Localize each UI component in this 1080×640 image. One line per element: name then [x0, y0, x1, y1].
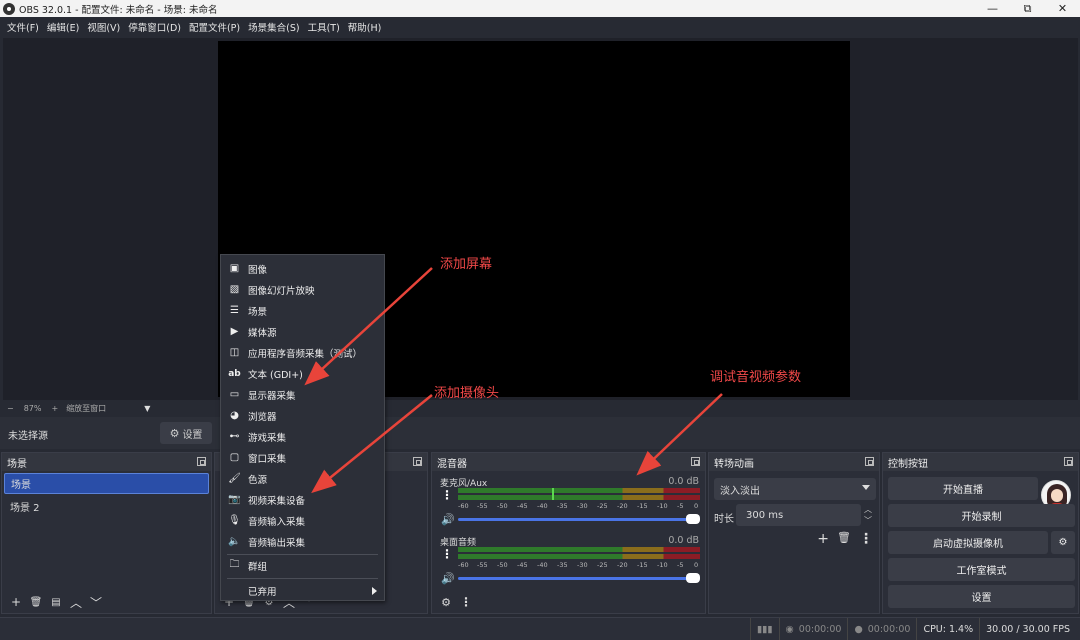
arrow-to-display-capture: [304, 267, 433, 386]
annotation-add-screen: 添加屏幕: [440, 257, 493, 272]
arrow-to-mixer: [636, 393, 723, 476]
annotation-arrows: [304, 267, 723, 494]
arrow-to-video-capture: [311, 394, 433, 494]
annotation-add-camera: 添加摄像头: [434, 386, 500, 401]
annotation-av-params: 调试音视频参数: [710, 370, 802, 385]
